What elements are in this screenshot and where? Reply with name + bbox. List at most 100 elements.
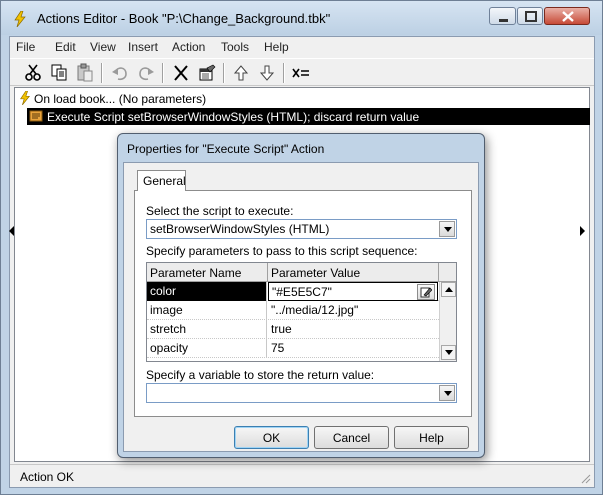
parameter-name-cell[interactable]: color [147, 282, 267, 301]
header-parameter-value[interactable]: Parameter Value [268, 263, 439, 282]
close-icon [562, 11, 574, 22]
script-label: Select the script to execute: [146, 204, 294, 218]
undo-button[interactable] [109, 62, 131, 84]
menu-tools[interactable]: Tools [221, 40, 249, 54]
chevron-down-icon [444, 227, 452, 232]
toolbar-separator [223, 63, 225, 83]
return-variable-select[interactable] [146, 383, 457, 403]
parameters-grid[interactable]: Parameter Name Parameter Value color "#E… [146, 262, 457, 362]
move-up-button[interactable] [230, 62, 252, 84]
cut-icon [25, 64, 41, 81]
cell-text: image [150, 303, 183, 317]
cell-text: "../media/12.jpg" [271, 303, 359, 317]
move-down-button[interactable] [256, 62, 278, 84]
cell-text: "#E5E5C7" [272, 285, 332, 299]
header-label: Parameter Name [150, 266, 242, 280]
minimize-icon [499, 19, 508, 22]
return-variable-label: Specify a variable to store the return v… [146, 368, 375, 382]
script-select[interactable]: setBrowserWindowStyles (HTML) [146, 219, 457, 239]
script-select-value: setBrowserWindowStyles (HTML) [150, 222, 330, 236]
parameter-value-cell[interactable]: "../media/12.jpg" [268, 301, 438, 320]
menu-help[interactable]: Help [264, 40, 289, 54]
help-button[interactable]: Help [394, 426, 469, 449]
menu-bar: File Edit View Insert Action Tools Help [10, 37, 594, 57]
toolbar-separator [162, 63, 164, 83]
toolbar [10, 58, 594, 86]
window-title: Actions Editor - Book "P:\Change_Backgro… [37, 11, 331, 26]
parameter-value-cell[interactable]: true [268, 320, 438, 339]
undo-icon [112, 67, 127, 81]
move-up-icon [233, 65, 249, 81]
parameter-name-cell[interactable]: opacity [147, 339, 267, 358]
menu-insert[interactable]: Insert [128, 40, 158, 54]
header-label: Parameter Value [271, 266, 361, 280]
cell-text: color [150, 284, 177, 298]
chevron-up-icon [445, 287, 453, 292]
status-text: Action OK [20, 470, 75, 484]
parameter-value-cell[interactable]: 75 [268, 339, 438, 358]
delete-icon [174, 65, 188, 81]
tab-general[interactable]: General [137, 170, 186, 191]
properties-icon [199, 64, 216, 81]
dialog-title: Properties for "Execute Script" Action [127, 142, 325, 156]
button-label: OK [262, 431, 281, 445]
move-down-icon [259, 65, 275, 81]
return-variable-dropdown-button[interactable] [439, 385, 455, 401]
ok-button[interactable]: OK [234, 426, 309, 449]
parameter-name-cell[interactable]: image [147, 301, 267, 320]
menu-action[interactable]: Action [172, 40, 205, 54]
cell-text: stretch [150, 322, 187, 336]
toolbar-separator [283, 63, 285, 83]
header-parameter-name[interactable]: Parameter Name [147, 263, 268, 282]
script-icon [29, 110, 43, 122]
table-row[interactable]: image "../media/12.jpg" [147, 301, 439, 320]
edit-pencil-icon [420, 287, 432, 298]
properties-button[interactable] [196, 62, 218, 84]
button-label: Help [419, 431, 444, 445]
lightning-icon [20, 91, 31, 105]
parameter-value-cell[interactable]: "#E5E5C7" [268, 282, 438, 301]
script-dropdown-button[interactable] [439, 221, 455, 237]
tree-item-onload[interactable]: On load book... (No parameters) [16, 90, 590, 107]
lightning-icon [14, 11, 26, 27]
parameter-name-cell[interactable]: stretch [147, 320, 267, 339]
paste-icon [77, 63, 93, 82]
menu-view[interactable]: View [90, 40, 116, 54]
redo-button[interactable] [135, 62, 157, 84]
splitter-right-icon[interactable] [578, 223, 586, 239]
menu-file[interactable]: File [16, 40, 35, 54]
table-row[interactable]: stretch true [147, 320, 439, 339]
title-bar[interactable]: Actions Editor - Book "P:\Change_Backgro… [1, 1, 602, 35]
button-label: Cancel [332, 431, 371, 445]
toolbar-separator [101, 63, 103, 83]
edit-value-button[interactable] [417, 284, 435, 300]
copy-button[interactable] [48, 62, 70, 84]
minimize-button[interactable] [489, 7, 516, 25]
variable-icon [292, 68, 309, 78]
chevron-down-icon [445, 350, 453, 355]
cell-text: opacity [150, 341, 189, 355]
tree-item-label: On load book... (No parameters) [34, 92, 207, 106]
delete-button[interactable] [170, 62, 192, 84]
paste-button[interactable] [74, 62, 96, 84]
maximize-button[interactable] [517, 7, 543, 25]
scroll-up-button[interactable] [441, 282, 456, 297]
grid-scrollbar[interactable] [439, 282, 456, 361]
table-row[interactable]: opacity 75 [147, 339, 439, 358]
menu-edit[interactable]: Edit [55, 40, 76, 54]
redo-icon [139, 67, 154, 81]
splitter-left-icon[interactable] [8, 223, 16, 239]
cancel-button[interactable]: Cancel [314, 426, 389, 449]
variable-button[interactable] [290, 62, 312, 84]
general-tab-panel: Select the script to execute: setBrowser… [134, 190, 472, 417]
scroll-down-button[interactable] [441, 345, 456, 360]
cell-text: 75 [271, 341, 285, 355]
params-label: Specify parameters to pass to this scrip… [146, 244, 418, 258]
close-button[interactable] [544, 7, 590, 25]
grid-header: Parameter Name Parameter Value [147, 263, 456, 282]
cut-button[interactable] [22, 62, 44, 84]
tab-label: General [143, 174, 186, 188]
tree-item-execute-script[interactable]: Execute Script setBrowserWindowStyles (H… [27, 108, 590, 125]
table-row[interactable]: color "#E5E5C7" [147, 282, 439, 301]
resize-grip-icon[interactable] [579, 472, 591, 484]
